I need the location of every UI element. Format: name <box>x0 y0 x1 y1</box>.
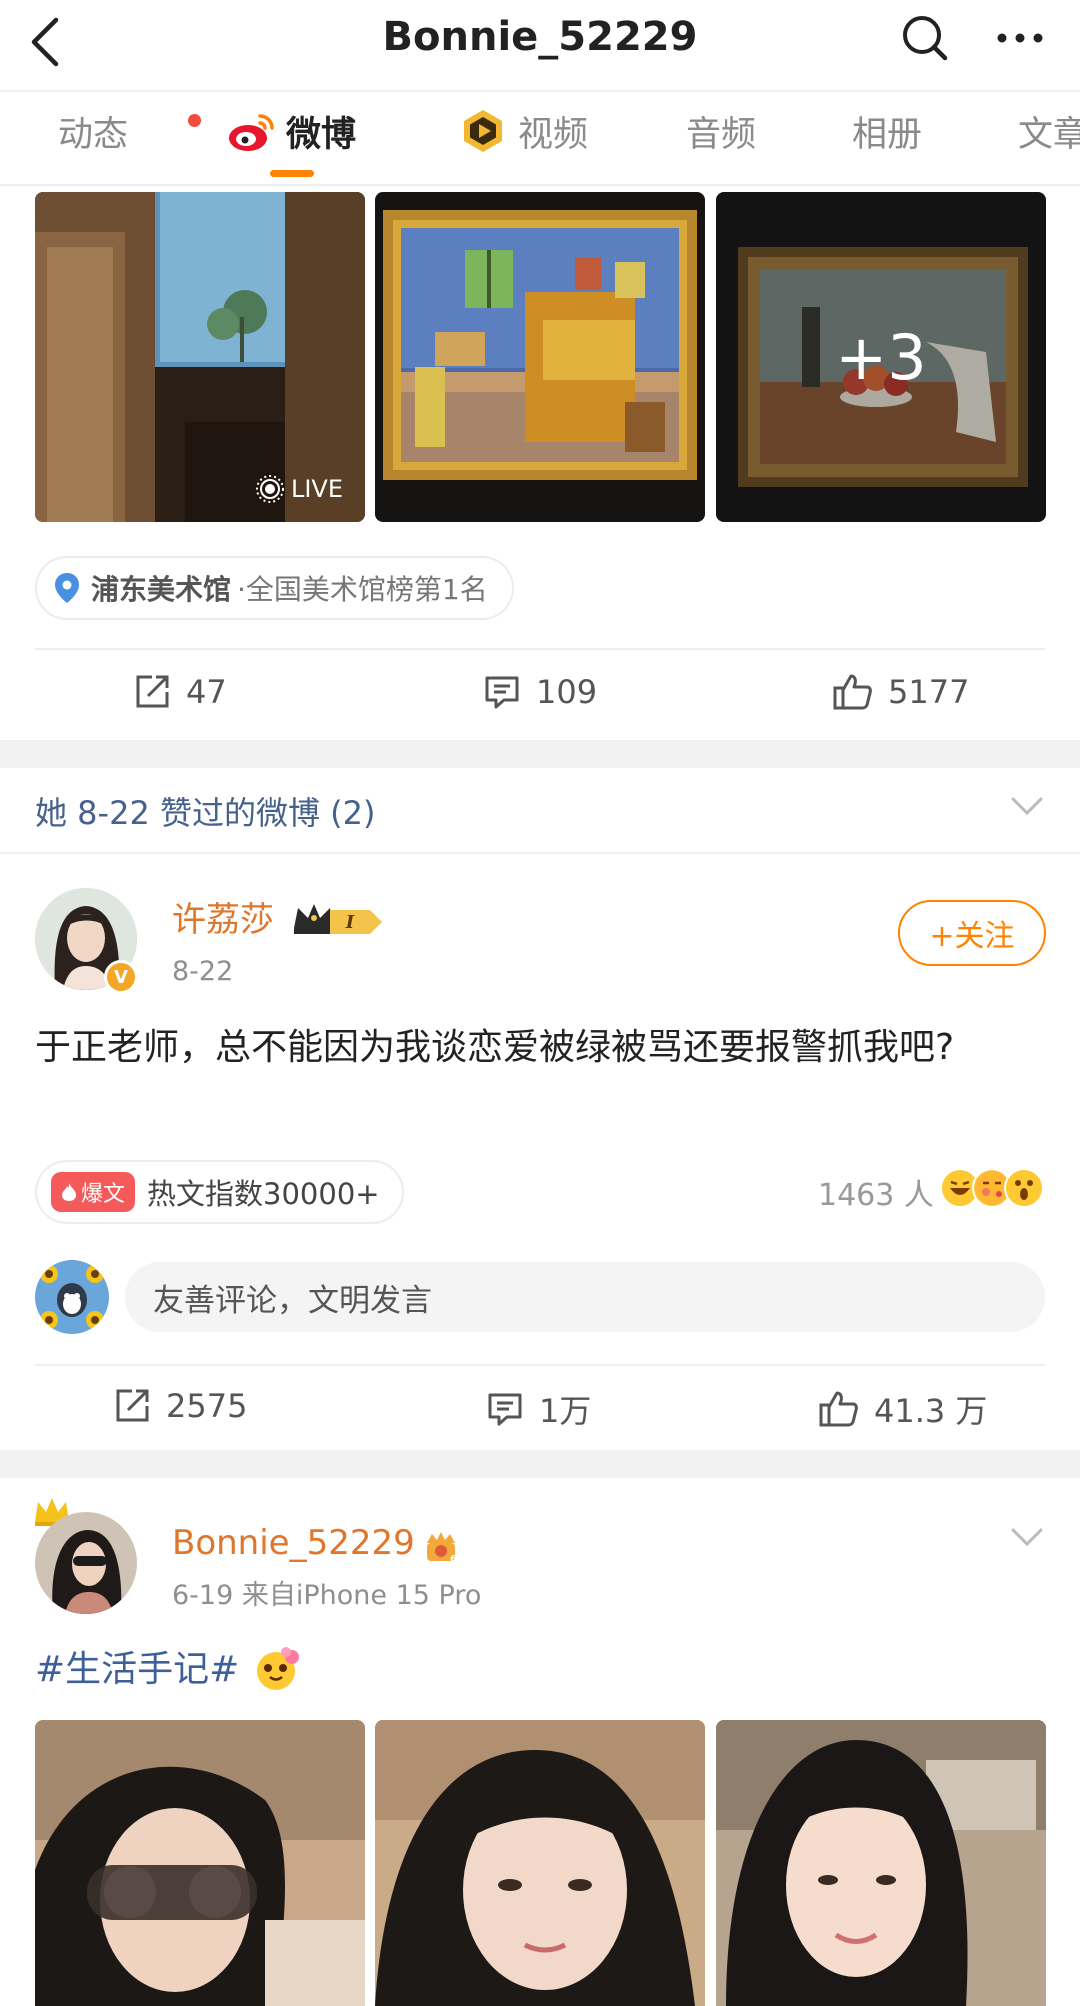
reaction-emojis[interactable] <box>940 1168 1050 1212</box>
tab-album[interactable]: 相册 <box>852 110 922 160</box>
hot-index: 热文指数30000+ <box>147 1177 380 1211</box>
like-count: 41.3 万 <box>874 1392 988 1430</box>
repost-button[interactable]: 2575 <box>112 1386 247 1426</box>
tab-label: 文章 <box>1018 115 1080 155</box>
tab-label: 视频 <box>518 115 589 155</box>
comment-button[interactable]: 109 <box>482 672 597 712</box>
my-avatar[interactable] <box>35 1260 109 1334</box>
chevron-down-icon[interactable] <box>1010 795 1044 817</box>
tab-feed[interactable]: 动态 <box>58 110 201 160</box>
tab-label: 动态 <box>58 115 129 155</box>
hot-article-chip[interactable]: 爆文 热文指数30000+ <box>35 1160 404 1224</box>
repost-button[interactable]: 47 <box>132 672 227 712</box>
like-icon <box>833 674 872 710</box>
post-photo-selfie-1[interactable] <box>35 1720 365 2006</box>
svg-text:I: I <box>345 912 355 933</box>
comment-icon <box>485 676 519 709</box>
divider <box>35 648 1045 650</box>
like-button[interactable]: 41.3 万 <box>818 1386 987 1432</box>
weibo-logo-icon <box>229 114 274 151</box>
repost-icon <box>136 675 169 708</box>
verified-badge-icon: V <box>104 960 138 994</box>
tab-video[interactable]: 视频 <box>518 110 588 160</box>
location-pin-icon <box>55 573 79 603</box>
svg-text:6: 6 <box>450 1554 457 1565</box>
sunflower-avatar-image <box>35 1260 109 1334</box>
location-rank: ·全国美术馆榜第1名 <box>237 573 488 606</box>
hot-badge-label: 爆文 <box>81 1182 126 1207</box>
search-button[interactable] <box>895 8 955 68</box>
avatar[interactable] <box>35 1512 137 1614</box>
reactions-count[interactable]: 1463 人 <box>818 1170 934 1214</box>
post-photo-selfie-3[interactable] <box>716 1720 1046 2006</box>
divider <box>35 1364 1045 1366</box>
comment-count: 109 <box>536 673 598 711</box>
section-separator <box>0 740 1080 768</box>
comment-count: 1万 <box>539 1392 592 1430</box>
location-chip[interactable]: 浦东美术馆 ·全国美术馆榜第1名 <box>35 556 514 620</box>
profile-tabs: 动态 微博 视频 音频 相册 文章 <box>0 92 1080 184</box>
cute-face-emoji-icon <box>257 1647 299 1690</box>
avatar-image <box>35 1512 137 1614</box>
tab-label: 微博 <box>286 115 357 155</box>
live-label: LIVE <box>290 475 343 503</box>
selfie-photo <box>375 1720 705 2006</box>
hashtag-link[interactable]: #生活手记# <box>35 1645 239 1695</box>
fire-icon <box>62 1183 76 1201</box>
hot-badge: 爆文 <box>51 1172 136 1212</box>
location-name: 浦东美术馆 <box>91 573 232 606</box>
selfie-photo <box>716 1720 1046 2006</box>
repost-icon <box>116 1389 149 1422</box>
tab-weibo[interactable]: 微博 <box>286 110 356 160</box>
post-text: 于正老师，总不能因为我谈恋爱被绿被骂还要报警抓我吧? <box>35 1027 955 1068</box>
more-icon <box>997 33 1043 43</box>
follow-button[interactable]: +关注 <box>898 900 1046 966</box>
member-level-badge-icon: 6 <box>427 1532 457 1565</box>
search-icon <box>903 16 948 61</box>
tab-audio[interactable]: 音频 <box>686 110 756 160</box>
divider <box>0 184 1080 186</box>
like-button[interactable]: 5177 <box>832 672 969 712</box>
vip-crown-badge-icon: I <box>294 904 382 934</box>
chevron-down-icon[interactable] <box>1010 1526 1044 1548</box>
like-icon <box>819 1391 858 1427</box>
active-tab-indicator <box>270 170 314 177</box>
repost-count: 47 <box>186 673 227 711</box>
comment-button[interactable]: 1万 <box>485 1386 591 1432</box>
liked-posts-header[interactable]: 她 8-22 赞过的微博 (2) <box>35 788 375 834</box>
top-bar: Bonnie_52229 <box>0 0 1080 90</box>
tab-label: 相册 <box>852 115 923 155</box>
post-photo-selfie-2[interactable] <box>375 1720 705 2006</box>
live-badge: LIVE <box>255 474 343 504</box>
selfie-photo <box>35 1720 365 2006</box>
live-photo-icon <box>255 475 284 503</box>
tab-label: 音频 <box>686 115 757 155</box>
tab-articles[interactable]: 文章 <box>1018 110 1080 160</box>
author-name[interactable]: 许荔莎 <box>172 898 274 942</box>
more-photos-count: +3 <box>835 320 927 394</box>
comment-icon <box>488 1393 522 1426</box>
post-photo-bedroom[interactable] <box>375 192 705 522</box>
bedroom-painting <box>375 192 705 522</box>
section-separator <box>0 1450 1080 1478</box>
post-meta: 6-19 来自iPhone 15 Pro <box>172 1580 482 1611</box>
video-icon <box>464 110 502 152</box>
notification-dot <box>188 114 201 127</box>
window-photo <box>35 192 365 522</box>
surprised-emoji-icon <box>1004 1168 1044 1208</box>
repost-count: 2575 <box>166 1387 248 1425</box>
like-count: 5177 <box>888 673 970 711</box>
divider <box>0 852 1080 854</box>
post-date: 8-22 <box>172 956 234 987</box>
comment-input[interactable]: 友善评论，文明发言 <box>125 1262 1045 1332</box>
author-name[interactable]: Bonnie_52229 <box>172 1521 415 1565</box>
post-photo-window[interactable]: LIVE <box>35 192 365 522</box>
more-button[interactable] <box>990 8 1050 68</box>
post-photo-still-life[interactable]: +3 <box>716 192 1046 522</box>
